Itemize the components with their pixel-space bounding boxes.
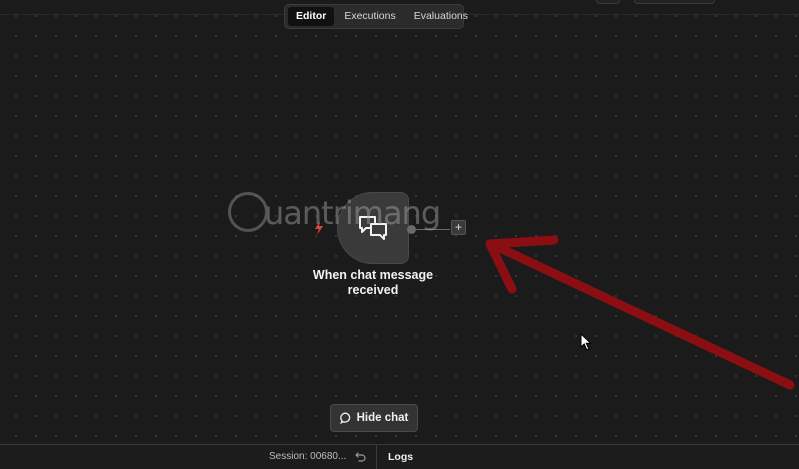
- lightbulb-icon: [228, 192, 268, 232]
- tab-editor[interactable]: Editor: [288, 7, 335, 26]
- session-id: Session: 00680...: [269, 451, 347, 462]
- watermark-logo: uantrimang: [228, 192, 458, 240]
- node-label: When chat message received: [312, 268, 434, 297]
- hide-chat-label: Hide chat: [356, 412, 409, 424]
- chat-icon: [339, 412, 350, 424]
- top-bar-button[interactable]: [596, 0, 620, 4]
- view-tabs: Editor Executions Evaluations: [284, 4, 468, 29]
- logs-toggle[interactable]: Logs: [388, 451, 413, 463]
- undo-icon[interactable]: [355, 451, 366, 462]
- divider: [376, 445, 377, 469]
- top-bar-button[interactable]: [634, 0, 715, 4]
- watermark-text: uantrimang: [264, 194, 441, 232]
- mouse-cursor-icon: [580, 333, 592, 351]
- hide-chat-button[interactable]: Hide chat: [330, 404, 418, 432]
- bottom-bar: Session: 00680... Logs: [0, 444, 799, 469]
- tab-evaluations[interactable]: Evaluations: [406, 7, 476, 26]
- tab-executions[interactable]: Executions: [336, 7, 403, 26]
